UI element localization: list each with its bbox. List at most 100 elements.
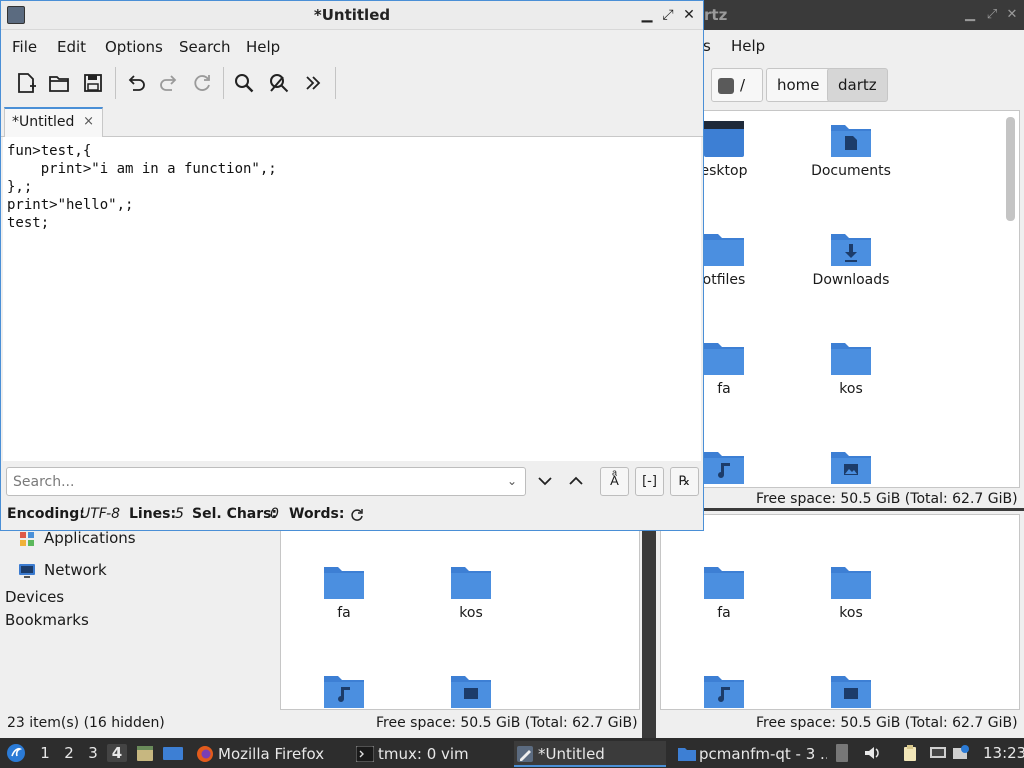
more-icon[interactable] bbox=[299, 69, 327, 97]
menu-edit[interactable]: Edit bbox=[57, 38, 86, 56]
start-menu-icon[interactable] bbox=[6, 743, 26, 763]
find-icon[interactable] bbox=[230, 69, 258, 97]
documents-folder-icon bbox=[831, 125, 871, 157]
search-bar: ⌄ Aͣ [‑] ℞ bbox=[1, 463, 703, 501]
toolbar-separator bbox=[115, 67, 116, 99]
sidebar-header-bookmarks[interactable]: Bookmarks bbox=[5, 611, 89, 629]
breadcrumb-root[interactable]: / bbox=[711, 68, 763, 102]
tab-close-icon[interactable]: × bbox=[83, 109, 94, 135]
top-pane-free-space: Free space: 50.5 GiB (Total: 62.7 GiB) bbox=[756, 491, 1018, 507]
redo-icon[interactable] bbox=[155, 69, 183, 97]
bottom-left-file-pane[interactable]: fa kos bbox=[280, 520, 640, 710]
tab-untitled[interactable]: *Untitled × bbox=[4, 107, 103, 138]
workspace-1[interactable]: 1 bbox=[35, 744, 55, 762]
task-firefox[interactable]: Mozilla Firefox bbox=[194, 741, 346, 767]
terminal-icon bbox=[356, 746, 374, 762]
folder-fa[interactable]: fa bbox=[669, 561, 779, 621]
search-history-dropdown-icon[interactable]: ⌄ bbox=[507, 474, 517, 488]
folder-downloads[interactable]: Downloads bbox=[796, 228, 906, 288]
breadcrumb-home[interactable]: home bbox=[766, 68, 831, 102]
task-tmux[interactable]: tmux: 0 vim bbox=[354, 741, 506, 767]
sidebar-item-applications[interactable]: Applications bbox=[18, 529, 136, 548]
sidebar-header-devices[interactable]: Devices bbox=[5, 588, 64, 606]
menu-options[interactable]: Options bbox=[105, 38, 163, 56]
folder-music[interactable] bbox=[669, 670, 779, 709]
taskbar: 1 2 3 4 Mozilla Firefox tmux: 0 vim *Unt… bbox=[0, 738, 1024, 768]
show-desktop-icon[interactable] bbox=[162, 743, 184, 763]
text-editor-window: *Untitled ▁ ⤢ ✕ File Edit Options Search… bbox=[0, 0, 704, 531]
editor-tabbar: *Untitled × bbox=[1, 105, 703, 138]
toolbar-separator bbox=[335, 67, 336, 99]
close-icon[interactable]: ✕ bbox=[1004, 7, 1020, 23]
search-input[interactable] bbox=[6, 467, 526, 496]
bottom-right-file-pane[interactable]: fa kos bbox=[660, 514, 1020, 710]
folder-pictures[interactable] bbox=[796, 670, 906, 709]
folder-icon bbox=[451, 567, 491, 599]
volume-icon[interactable] bbox=[863, 744, 881, 762]
pictures-folder-icon bbox=[831, 452, 871, 484]
lines-label: Lines: bbox=[129, 506, 177, 522]
match-case-button[interactable]: Aͣ bbox=[600, 467, 629, 496]
reload-icon[interactable] bbox=[188, 69, 216, 97]
folder-music[interactable] bbox=[289, 670, 399, 709]
clock[interactable]: 13:23 bbox=[983, 744, 1024, 762]
toolbar-separator bbox=[223, 67, 224, 99]
encoding-label: Encoding: bbox=[7, 506, 85, 522]
breadcrumb-current[interactable]: dartz bbox=[827, 68, 888, 102]
editor-titlebar[interactable]: *Untitled ▁ ⤢ ✕ bbox=[1, 1, 703, 30]
pane-splitter[interactable] bbox=[642, 510, 656, 738]
close-icon[interactable]: ✕ bbox=[681, 7, 697, 23]
match-case-icon: Aͣ bbox=[610, 474, 619, 489]
folder-icon bbox=[704, 567, 744, 599]
top-file-pane[interactable]: esktop Documents otfiles Downloads fa ko… bbox=[660, 110, 1020, 488]
music-folder-icon bbox=[704, 676, 744, 708]
scrollbar[interactable] bbox=[1006, 117, 1015, 221]
text-editor-icon bbox=[517, 746, 533, 762]
menu-search[interactable]: Search bbox=[179, 38, 231, 56]
folder-kos[interactable]: kos bbox=[416, 561, 526, 621]
update-notifier-icon[interactable] bbox=[952, 744, 970, 762]
folder-kos[interactable]: kos bbox=[796, 561, 906, 621]
replace-icon[interactable] bbox=[265, 69, 293, 97]
desktop-folder-icon bbox=[704, 121, 744, 157]
task-untitled-editor[interactable]: *Untitled bbox=[514, 741, 666, 767]
maximize-icon[interactable]: ⤢ bbox=[984, 7, 1000, 23]
file-manager-icon bbox=[678, 748, 696, 761]
folder-fa[interactable]: fa bbox=[289, 561, 399, 621]
network-status-icon[interactable] bbox=[929, 744, 947, 762]
folder-documents[interactable]: Documents bbox=[796, 119, 906, 179]
refresh-word-count-icon[interactable] bbox=[349, 507, 365, 523]
folder-pictures[interactable] bbox=[796, 446, 906, 486]
menu-help[interactable]: Help bbox=[731, 37, 765, 55]
task-pcmanfm[interactable]: pcmanfm-qt - 3 ... bbox=[675, 741, 827, 767]
path-bar: / home dartz bbox=[703, 64, 1024, 106]
find-previous-icon[interactable] bbox=[566, 471, 586, 491]
save-icon[interactable] bbox=[79, 69, 107, 97]
encoding-value: UTF-8 bbox=[80, 506, 121, 522]
clipboard-icon[interactable] bbox=[901, 744, 919, 762]
regex-button[interactable]: ℞ bbox=[670, 467, 699, 496]
file-archive-icon[interactable] bbox=[135, 743, 155, 763]
open-folder-icon[interactable] bbox=[45, 69, 73, 97]
folder-kos[interactable]: kos bbox=[796, 337, 906, 397]
editor-text-area[interactable]: fun>test,{ print>"i am in a function",; … bbox=[3, 137, 701, 461]
new-file-icon[interactable] bbox=[12, 69, 40, 97]
find-next-icon[interactable] bbox=[535, 471, 555, 491]
whole-word-button[interactable]: [‑] bbox=[635, 467, 664, 496]
undo-icon[interactable] bbox=[122, 69, 150, 97]
task-scroll-icon[interactable] bbox=[836, 744, 848, 762]
workspace-2[interactable]: 2 bbox=[59, 744, 79, 762]
sidebar-item-network[interactable]: Network bbox=[18, 561, 107, 580]
drive-icon bbox=[718, 77, 734, 94]
minimize-icon[interactable]: ▁ bbox=[639, 7, 655, 23]
maximize-icon[interactable]: ⤢ bbox=[660, 7, 676, 23]
sidebar: Applications Network Devices Bookmarks bbox=[0, 529, 276, 710]
editor-statusbar: Encoding: UTF-8 Lines: 5 Sel. Chars: 0 W… bbox=[1, 503, 703, 529]
menu-file[interactable]: File bbox=[12, 38, 37, 56]
menu-help[interactable]: Help bbox=[246, 38, 280, 56]
menu-tools[interactable]: s bbox=[703, 37, 711, 55]
workspace-3[interactable]: 3 bbox=[83, 744, 103, 762]
minimize-icon[interactable]: ▁ bbox=[962, 7, 978, 23]
folder-pictures[interactable] bbox=[416, 670, 526, 709]
workspace-4[interactable]: 4 bbox=[107, 744, 127, 762]
